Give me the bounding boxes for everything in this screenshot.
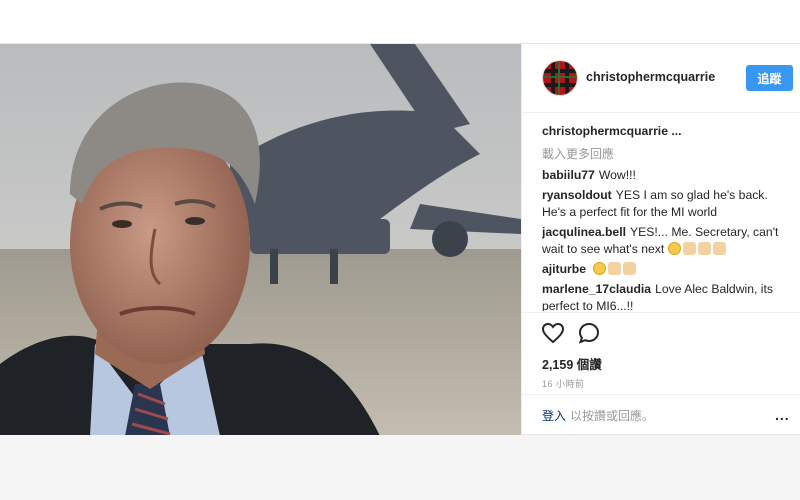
post-actions: 2,159 個讚 16 小時前 — [522, 312, 800, 407]
header-username[interactable]: christophermcquarrie — [586, 70, 715, 84]
wave-hand-emoji-icon — [623, 262, 637, 275]
comment-item: babiilu77 Wow!!! — [542, 167, 792, 184]
post-header: christophermcquarrie 追蹤 — [522, 44, 800, 113]
page-bottom-background — [0, 435, 800, 500]
load-more-comments-link[interactable]: 載入更多回應 — [542, 146, 792, 163]
comment-item: jacqulinea.bell YES!... Me. Secretary, ca… — [542, 224, 792, 258]
comment-username[interactable]: jacqulinea.bell — [542, 225, 626, 239]
praying-hands-emoji-icon — [697, 242, 711, 255]
comment-item: ajiturbe — [542, 261, 792, 278]
likes-count[interactable]: 2,159 個讚 — [542, 354, 602, 373]
comment-text: Wow!!! — [598, 168, 636, 182]
login-link[interactable]: 登入 — [542, 407, 566, 424]
post-photo — [0, 44, 521, 436]
post-container: christophermcquarrie 追蹤 christophermcqua… — [0, 43, 800, 436]
comment-username[interactable]: ryansoldout — [542, 188, 612, 202]
comment-icon[interactable] — [577, 321, 601, 345]
comment-username[interactable]: marlene_17claudia — [542, 282, 651, 296]
comment-username[interactable]: ajiturbe — [542, 262, 586, 276]
praying-hands-emoji-icon — [712, 242, 726, 255]
caption-username[interactable]: christophermcquarrie ... — [542, 123, 792, 140]
heart-icon[interactable] — [541, 321, 565, 345]
post-timestamp: 16 小時前 — [542, 379, 585, 389]
sunglasses-emoji-icon — [593, 262, 607, 275]
add-comment-section: 登入 以按讚或回應。 ... — [522, 394, 800, 436]
comments-list[interactable]: christophermcquarrie ... 載入更多回應 babiilu7… — [542, 123, 792, 311]
page-top-background — [0, 0, 800, 43]
comment-item: ryansoldout YES I am so glad he's back. H… — [542, 187, 792, 221]
comment-username[interactable]: babiilu77 — [542, 168, 595, 182]
post-sidebar: christophermcquarrie 追蹤 christophermcqua… — [521, 44, 800, 436]
victory-hand-emoji-icon — [608, 262, 622, 275]
avatar[interactable] — [542, 60, 578, 96]
login-prompt-text: 以按讚或回應。 — [570, 409, 655, 423]
smile-emoji-icon — [667, 242, 681, 255]
comment-item: marlene_17claudia Love Alec Baldwin, its … — [542, 281, 792, 311]
follow-button[interactable]: 追蹤 — [746, 65, 793, 91]
more-options-icon[interactable]: ... — [775, 407, 790, 423]
praying-hands-emoji-icon — [682, 242, 696, 255]
